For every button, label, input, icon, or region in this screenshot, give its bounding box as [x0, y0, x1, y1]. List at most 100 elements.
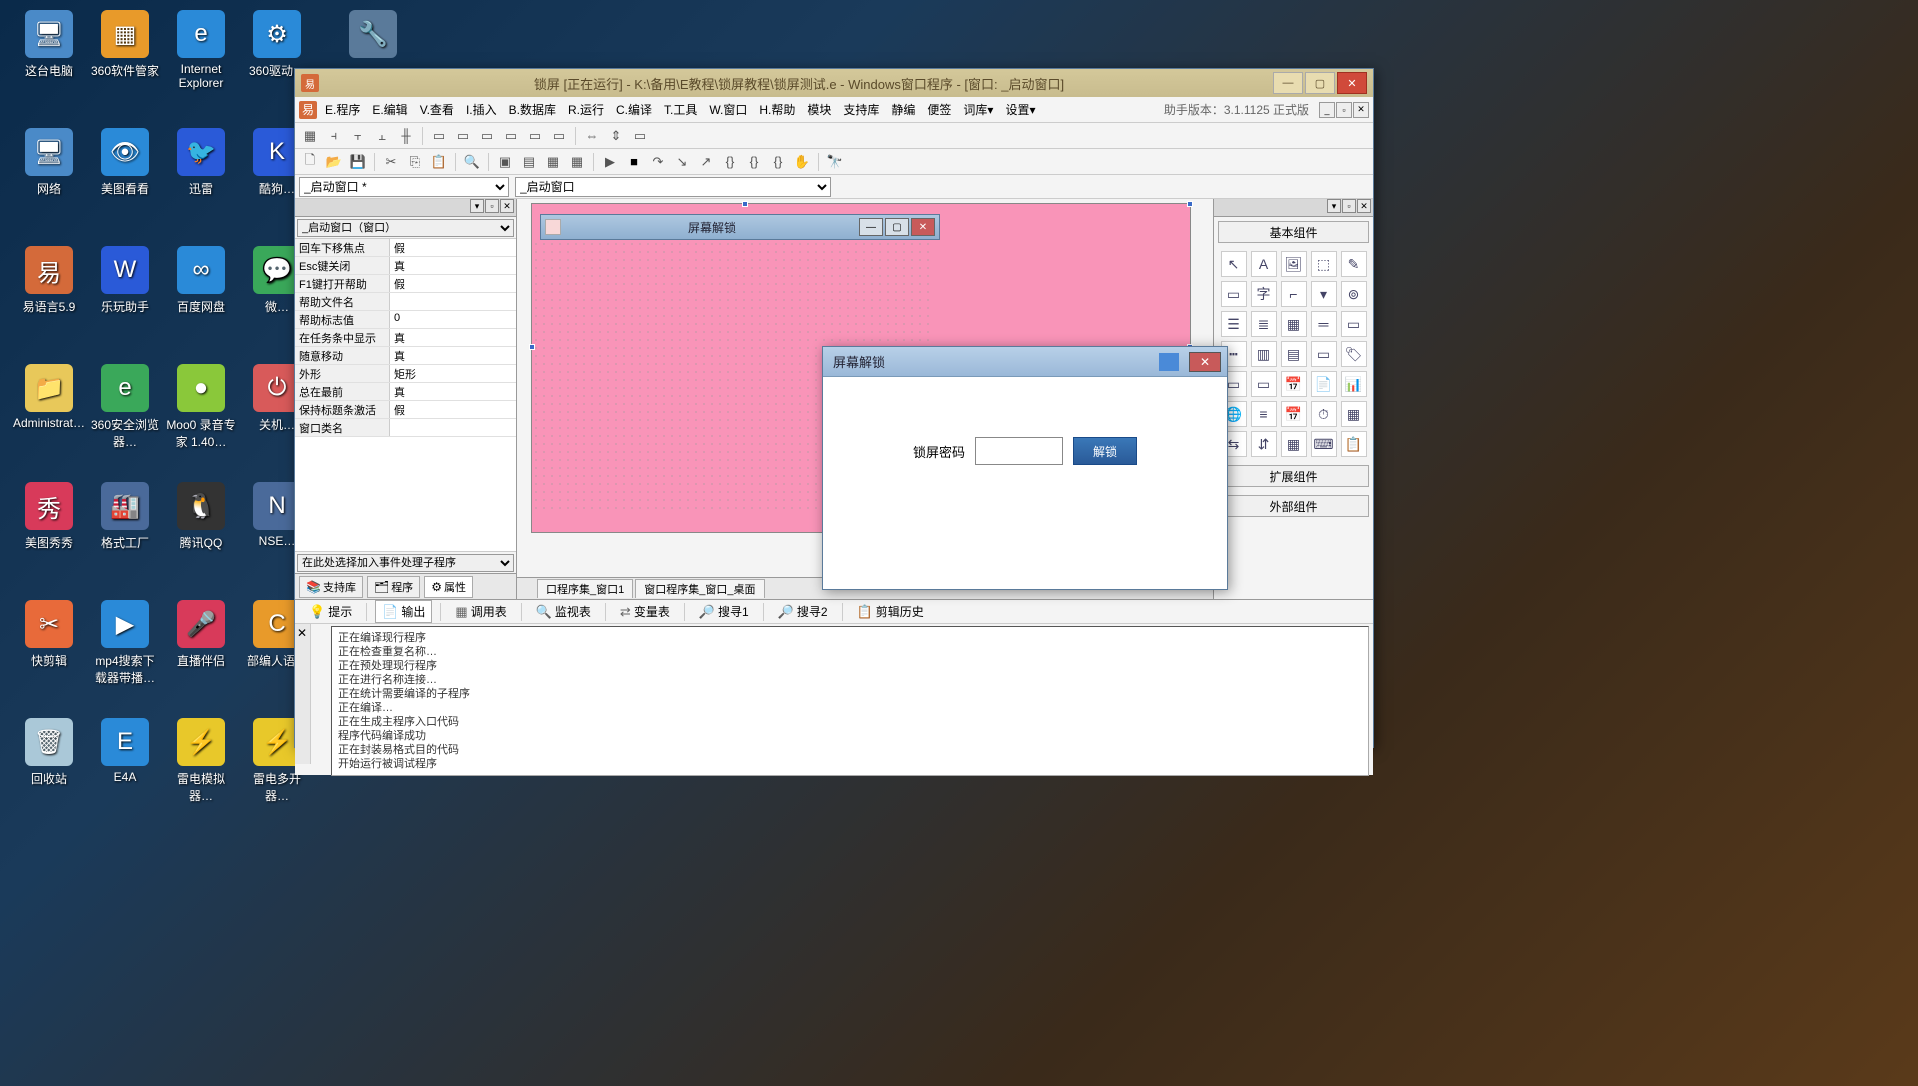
selection-handle[interactable] — [742, 201, 748, 207]
object-combo-1[interactable]: _启动窗口 * — [299, 177, 509, 197]
cut-button[interactable]: ✂ — [380, 151, 402, 173]
component-item[interactable]: ↖ — [1221, 251, 1247, 277]
component-item[interactable]: ▦ — [1341, 401, 1367, 427]
property-row[interactable]: 在任务条中显示真 — [295, 329, 516, 347]
object-combo-2[interactable]: _启动窗口 — [515, 177, 831, 197]
desktop-icon[interactable]: ✂快剪辑 — [14, 600, 84, 669]
menu-item[interactable]: B.数据库 — [503, 101, 562, 119]
desktop-icon[interactable]: 🔧 — [338, 10, 408, 62]
desktop-icon[interactable]: ▦360软件管家 — [90, 10, 160, 79]
property-row[interactable]: 帮助文件名 — [295, 293, 516, 311]
desktop-icon[interactable]: 🖥这台电脑 — [14, 10, 84, 79]
panel-dock-button[interactable]: ▫ — [485, 199, 499, 213]
editor-tab[interactable]: 窗口程序集_窗口_桌面 — [635, 579, 764, 598]
menu-item[interactable]: C.编译 — [610, 101, 658, 119]
icon-rect-1[interactable]: ▭ — [428, 125, 450, 147]
window-icon-4[interactable]: ▦ — [566, 151, 588, 173]
desktop-icon[interactable]: EE4A — [90, 718, 160, 784]
desktop-icon[interactable]: ⚡雷电模拟器… — [166, 718, 236, 804]
property-row[interactable]: 帮助标志值0 — [295, 311, 516, 329]
find-button[interactable]: 🔍 — [461, 151, 483, 173]
step-into-button[interactable]: ↘ — [671, 151, 693, 173]
icon-distribute[interactable]: ╫ — [395, 125, 417, 147]
menu-item[interactable]: 词库▾ — [957, 101, 999, 119]
output-tab[interactable]: 🔍监视表 — [530, 601, 597, 622]
icon-same-size[interactable]: ▭ — [629, 125, 651, 147]
designed-maximize-button[interactable]: ▢ — [885, 218, 909, 236]
step-out-button[interactable]: ↗ — [695, 151, 717, 173]
icon-rect-6[interactable]: ▭ — [548, 125, 570, 147]
component-item[interactable]: 📊 — [1341, 371, 1367, 397]
component-item[interactable]: ▭ — [1341, 311, 1367, 337]
icon-rect-2[interactable]: ▭ — [452, 125, 474, 147]
save-button[interactable]: 💾 — [347, 151, 369, 173]
component-item[interactable]: ⬚ — [1311, 251, 1337, 277]
desktop-icon[interactable]: 🐦迅雷 — [166, 128, 236, 197]
window-icon-1[interactable]: ▣ — [494, 151, 516, 173]
maximize-button[interactable]: ▢ — [1305, 72, 1335, 94]
designed-minimize-button[interactable]: — — [859, 218, 883, 236]
icon-rect-4[interactable]: ▭ — [500, 125, 522, 147]
component-item[interactable]: ▦ — [1281, 311, 1307, 337]
open-button[interactable]: 📂 — [323, 151, 345, 173]
menu-item[interactable]: T.工具 — [658, 101, 703, 119]
minimize-button[interactable]: — — [1273, 72, 1303, 94]
search-binoculars-icon[interactable]: 🔭 — [824, 151, 846, 173]
designed-close-button[interactable]: ✕ — [911, 218, 935, 236]
run-button[interactable]: ▶ — [599, 151, 621, 173]
hand-icon[interactable]: ✋ — [791, 151, 813, 173]
component-item[interactable]: ≣ — [1251, 311, 1277, 337]
ide-titlebar[interactable]: 易 锁屏 [正在运行] - K:\备用\E教程\锁屏教程\锁屏测试.e - Wi… — [295, 69, 1373, 97]
component-item[interactable]: 字 — [1251, 281, 1277, 307]
close-button[interactable]: ✕ — [1337, 72, 1367, 94]
properties-grid[interactable]: 回车下移焦点假Esc键关闭真F1键打开帮助假帮助文件名帮助标志值0在任务条中显示… — [295, 239, 516, 551]
component-item[interactable]: ⏱ — [1311, 401, 1337, 427]
menu-item[interactable]: R.运行 — [562, 101, 610, 119]
brace-2-icon[interactable]: {} — [743, 151, 765, 173]
desktop-icon[interactable]: eInternet Explorer — [166, 10, 236, 90]
component-item[interactable]: ▭ — [1311, 341, 1337, 367]
event-handler-combo[interactable]: 在此处选择加入事件处理子程序 — [297, 554, 514, 572]
icon-layout-1[interactable]: ▦ — [299, 125, 321, 147]
menu-item[interactable]: W.窗口 — [703, 101, 753, 119]
property-row[interactable]: 回车下移焦点假 — [295, 239, 516, 257]
paste-button[interactable]: 📋 — [428, 151, 450, 173]
mdi-close-button[interactable]: ✕ — [1353, 102, 1369, 118]
output-tab[interactable]: 💡提示 — [303, 601, 358, 622]
left-tab[interactable]: 🗂程序 — [367, 576, 420, 598]
component-item[interactable]: ⌨ — [1311, 431, 1337, 457]
desktop-icon[interactable]: e360安全浏览器… — [90, 364, 160, 450]
unlock-button[interactable]: 解锁 — [1073, 437, 1137, 465]
menu-item[interactable]: E.程序 — [319, 101, 366, 119]
palette-dock-button[interactable]: ▫ — [1342, 199, 1356, 213]
property-row[interactable]: 随意移动真 — [295, 347, 516, 365]
property-row[interactable]: 窗口类名 — [295, 419, 516, 437]
menu-item[interactable]: 模块 — [801, 101, 837, 119]
desktop-icon[interactable]: 🎤直播伴侣 — [166, 600, 236, 669]
desktop-icon[interactable]: 🐧腾讯QQ — [166, 482, 236, 551]
output-tab[interactable]: 📄输出 — [375, 600, 432, 623]
icon-align-right[interactable]: ⫠ — [371, 125, 393, 147]
editor-tab[interactable]: 口程序集_窗口1 — [537, 579, 633, 598]
icon-rect-3[interactable]: ▭ — [476, 125, 498, 147]
palette-header-basic[interactable]: 基本组件 — [1218, 221, 1369, 243]
desktop-icon[interactable]: 🏭格式工厂 — [90, 482, 160, 551]
left-tab[interactable]: 📚支持库 — [299, 576, 363, 598]
mdi-minimize-button[interactable]: _ — [1319, 102, 1335, 118]
panel-close-button[interactable]: ✕ — [500, 199, 514, 213]
desktop-icon[interactable]: 📁Administrat… — [14, 364, 84, 430]
password-input[interactable] — [975, 437, 1063, 465]
property-row[interactable]: 保持标题条激活假 — [295, 401, 516, 419]
component-item[interactable]: ≡ — [1251, 401, 1277, 427]
property-row[interactable]: Esc键关闭真 — [295, 257, 516, 275]
palette-header-extended[interactable]: 扩展组件 — [1218, 465, 1369, 487]
component-item[interactable]: 📋 — [1341, 431, 1367, 457]
menu-item[interactable]: 便签 — [921, 101, 957, 119]
selection-handle[interactable] — [1187, 201, 1193, 207]
stop-button[interactable]: ■ — [623, 151, 645, 173]
component-item[interactable]: ▭ — [1251, 371, 1277, 397]
output-tab[interactable]: 🔎搜寻1 — [693, 601, 755, 622]
icon-same-height[interactable]: ⇕ — [605, 125, 627, 147]
runtime-close-button[interactable]: ✕ — [1189, 352, 1221, 372]
window-icon-3[interactable]: ▦ — [542, 151, 564, 173]
